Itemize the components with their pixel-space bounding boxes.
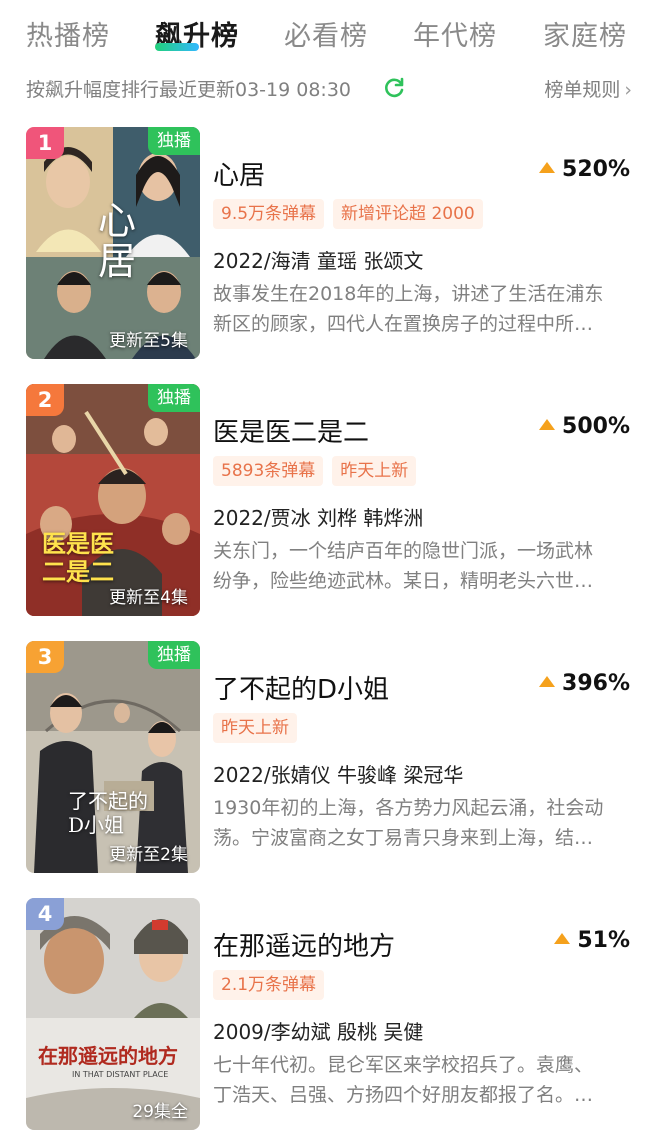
list-item[interactable]: 心居 1 独播 更新至5集 心居 520% 9.5万条弹幕 新增评论超 2000 …	[0, 127, 660, 359]
tag: 昨天上新	[213, 713, 297, 743]
synopsis-line: 1930年初的上海，各方势力风起云涌，社会动	[213, 797, 604, 819]
tag-list: 5893条弹幕 昨天上新	[213, 456, 425, 486]
tag-list: 9.5万条弹幕 新增评论超 2000	[213, 199, 492, 229]
growth-percent: 51%	[577, 928, 630, 953]
episode-update-label: 更新至2集	[109, 845, 188, 865]
tag: 2.1万条弹幕	[213, 970, 325, 1000]
sort-description: 按飙升幅度排行最近更新03-19 08:30	[26, 79, 352, 101]
tab-hot[interactable]: 热播榜	[26, 14, 110, 53]
show-title[interactable]: 心居	[213, 155, 265, 192]
refresh-icon[interactable]	[382, 76, 406, 100]
episode-update-label: 更新至5集	[109, 331, 188, 351]
tag-list: 昨天上新	[213, 713, 306, 743]
exclusive-badge: 独播	[148, 384, 200, 412]
poster-title: 心居	[98, 199, 137, 283]
poster-artwork	[26, 641, 200, 873]
poster-title: 了不起的D小姐	[68, 789, 148, 837]
tag: 9.5万条弹幕	[213, 199, 325, 229]
growth-percent: 520%	[562, 157, 630, 182]
rank-badge: 1	[26, 127, 64, 159]
rising-arrow-icon	[539, 162, 556, 173]
ranking-rules-label: 榜单规则	[544, 79, 621, 101]
poster-image[interactable]: 心居 1 独播 更新至5集	[26, 127, 200, 359]
rising-arrow-icon	[554, 933, 571, 944]
ranking-subheader: 按飙升幅度排行最近更新03-19 08:30 榜单规则 ›	[0, 72, 660, 102]
synopsis-line: 新区的顾家，四代人在置换房子的过程中所…	[213, 313, 594, 335]
tag: 昨天上新	[332, 456, 417, 486]
tab-must-watch[interactable]: 必看榜	[284, 14, 368, 53]
synopsis: 七十年代初。昆仑军区来学校招兵了。袁鹰、 丁浩天、吕强、方扬四个好朋友都报了名。…	[213, 1050, 639, 1110]
chevron-right-icon: ›	[624, 79, 632, 101]
tag-list: 2.1万条弹幕	[213, 970, 333, 1000]
synopsis-line: 关东门，一个结庐百年的隐世门派，一场武林	[213, 540, 594, 562]
list-item[interactable]: 医是医二是二 2 独播 更新至4集 医是医二是二 500% 5893条弹幕 昨天上…	[0, 384, 660, 616]
active-tab-indicator	[155, 43, 199, 51]
synopsis-line: 纷争，险些绝迹武林。某日，精明老头六世…	[213, 570, 594, 592]
tag: 新增评论超 2000	[333, 199, 483, 229]
show-title[interactable]: 在那遥远的地方	[213, 926, 395, 963]
rising-arrow-icon	[539, 419, 556, 430]
show-title[interactable]: 了不起的D小姐	[213, 669, 389, 706]
rank-badge: 3	[26, 641, 64, 673]
poster-image[interactable]: 在那遥远的地方 IN THAT DISTANT PLACE 4 29集全	[26, 898, 200, 1130]
show-title[interactable]: 医是医二是二	[213, 412, 369, 449]
synopsis-line: 故事发生在2018年的上海，讲述了生活在浦东	[213, 283, 604, 305]
exclusive-badge: 独播	[148, 641, 200, 669]
tag: 5893条弹幕	[213, 456, 324, 486]
year-and-cast: 2022/贾冰 刘桦 韩烨洲	[213, 506, 424, 530]
poster-image[interactable]: 了不起的D小姐 3 独播 更新至2集	[26, 641, 200, 873]
rank-badge: 2	[26, 384, 64, 416]
tab-era[interactable]: 年代榜	[413, 14, 497, 53]
growth-value: 396%	[539, 671, 630, 696]
growth-value: 520%	[539, 157, 630, 182]
synopsis-line: 丁浩天、吕强、方扬四个好朋友都报了名。…	[213, 1084, 594, 1106]
poster-subtitle: IN THAT DISTANT PLACE	[72, 1070, 169, 1079]
poster-artwork	[26, 898, 200, 1130]
rank-badge: 4	[26, 898, 64, 930]
ranking-rules-link[interactable]: 榜单规则 ›	[544, 75, 632, 102]
list-item[interactable]: 在那遥远的地方 IN THAT DISTANT PLACE 4 29集全 在那遥…	[0, 898, 660, 1130]
poster-title: 医是医二是二	[42, 529, 114, 586]
episode-update-label: 更新至4集	[109, 588, 188, 608]
episode-update-label: 29集全	[132, 1102, 188, 1122]
poster-title: 在那遥远的地方	[38, 1044, 178, 1068]
exclusive-badge: 独播	[148, 127, 200, 155]
growth-value: 51%	[554, 928, 630, 953]
year-and-cast: 2022/海清 童瑶 张颂文	[213, 249, 424, 273]
synopsis-line: 七十年代初。昆仑军区来学校招兵了。袁鹰、	[213, 1054, 594, 1076]
synopsis-line: 荡。宁波富商之女丁易青只身来到上海，结…	[213, 827, 594, 849]
list-item[interactable]: 了不起的D小姐 3 独播 更新至2集 了不起的D小姐 396% 昨天上新 202…	[0, 641, 660, 873]
growth-percent: 500%	[562, 414, 630, 439]
year-and-cast: 2022/张婧仪 牛骏峰 梁冠华	[213, 763, 464, 787]
ranking-tabs: 热播榜 飙升榜 必看榜 年代榜 家庭榜	[0, 0, 660, 62]
poster-image[interactable]: 医是医二是二 2 独播 更新至4集	[26, 384, 200, 616]
synopsis: 故事发生在2018年的上海，讲述了生活在浦东 新区的顾家，四代人在置换房子的过程…	[213, 279, 639, 339]
synopsis: 1930年初的上海，各方势力风起云涌，社会动 荡。宁波富商之女丁易青只身来到上海…	[213, 793, 639, 853]
growth-value: 500%	[539, 414, 630, 439]
rising-arrow-icon	[539, 676, 556, 687]
tab-family[interactable]: 家庭榜	[543, 14, 627, 53]
year-and-cast: 2009/李幼斌 殷桃 吴健	[213, 1020, 424, 1044]
synopsis: 关东门，一个结庐百年的隐世门派，一场武林 纷争，险些绝迹武林。某日，精明老头六世…	[213, 536, 639, 596]
growth-percent: 396%	[562, 671, 630, 696]
